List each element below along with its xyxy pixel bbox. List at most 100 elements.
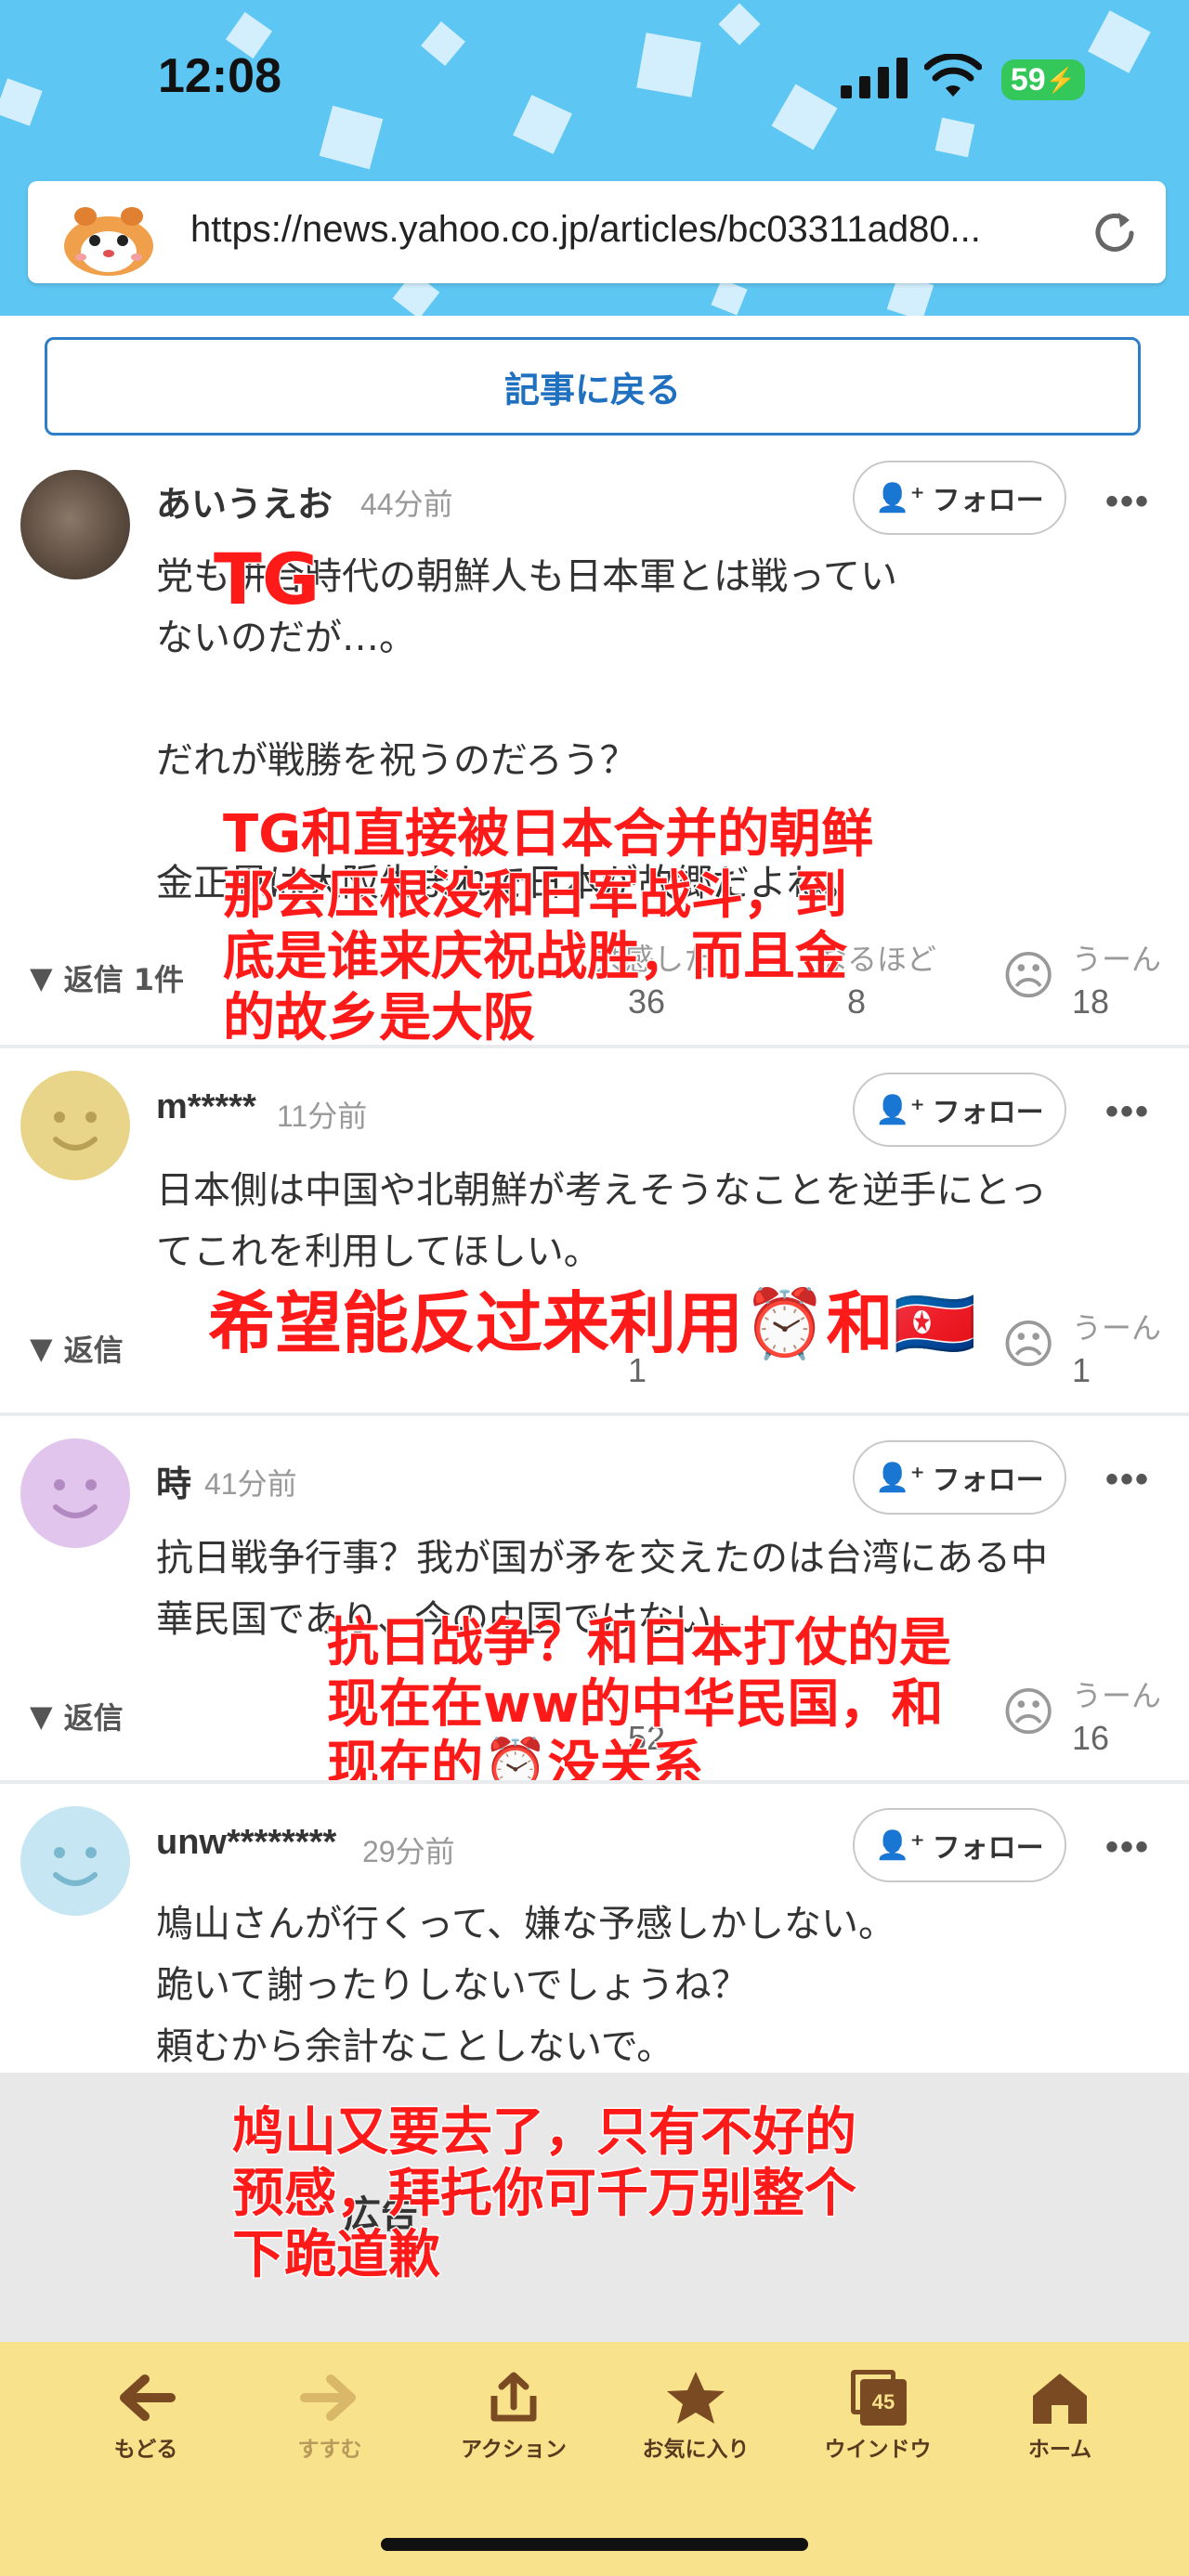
status-time: 12:08 xyxy=(158,49,281,103)
follow-label: フォロー xyxy=(932,1097,1044,1129)
toolbar-home-button[interactable]: ホーム xyxy=(990,2370,1130,2463)
add-user-icon: 👤⁺ xyxy=(875,1461,925,1494)
comment-line: 鳩山さんが行くって、嫌な予感しかしない。 xyxy=(156,1903,895,1945)
toolbar-back-button[interactable]: もどる xyxy=(76,2370,216,2463)
follow-button[interactable]: 👤⁺ フォロー xyxy=(853,1073,1066,1147)
overlay-caption: 抗日战争？和日本打仗的是 现在在ww的中华民国，和 现在的⏰没关系 xyxy=(326,1612,953,1798)
hmm-face-icon[interactable]: ☹ xyxy=(1001,1318,1055,1373)
follow-button[interactable]: 👤⁺ フォロー xyxy=(853,1440,1066,1515)
avatar xyxy=(20,1806,130,1916)
comment-body: 日本側は中国や北朝鮮が考えそうなことを逆手にとっ てこれを利用してほしい。 xyxy=(156,1160,1159,1282)
reaction-hmm-count: 16 xyxy=(1072,1719,1110,1757)
reply-toggle[interactable]: ▼ 返信 xyxy=(30,1327,124,1370)
battery-indicator: 59 ⚡ xyxy=(1001,59,1085,100)
avatar xyxy=(20,1438,130,1548)
toolbar-label: ウインドウ xyxy=(824,2438,932,2462)
star-icon xyxy=(667,2372,725,2424)
toolbar-label: アクション xyxy=(461,2438,567,2462)
comment-item: 時 41分前 👤⁺ フォロー ••• 抗日戦争行事？我が国が矛を交えたのは台湾にあ… xyxy=(0,1416,1189,1798)
follow-button[interactable]: 👤⁺ フォロー xyxy=(853,1808,1066,1882)
more-options-icon[interactable]: ••• xyxy=(1105,1461,1161,1498)
comment-username[interactable]: 時 xyxy=(156,1455,191,1506)
comment-body: 鳩山さんが行くって、嫌な予感しかしない。 跪いて謝ったりしないでしょうね？ 頼む… xyxy=(156,1893,1159,2077)
more-options-icon[interactable]: ••• xyxy=(1105,1828,1161,1866)
comment-line: 抗日戦争行事？我が国が矛を交えたのは台湾にある中 xyxy=(156,1537,1048,1580)
reply-count: 返信 1件 xyxy=(63,962,185,997)
hmm-face-icon[interactable]: ☹ xyxy=(1001,949,1055,1005)
home-indicator[interactable] xyxy=(381,2538,808,2551)
reply-label: 返信 xyxy=(63,1333,124,1368)
guinea-pig-mascot-icon xyxy=(64,207,153,276)
arrow-left-icon xyxy=(120,2374,176,2421)
avatar xyxy=(20,470,130,579)
back-to-article-button[interactable]: 記事に戻る xyxy=(45,337,1141,436)
reply-toggle[interactable]: ▼ 返信 1件 xyxy=(30,956,184,999)
comment-timestamp: 41分前 xyxy=(204,1467,297,1501)
reaction-hmm-label: うーん xyxy=(1072,1310,1162,1346)
arrow-right-icon xyxy=(300,2374,356,2421)
reaction-hmm-label: うーん xyxy=(1072,1678,1162,1713)
triangle-down-icon: ▼ xyxy=(30,1331,53,1366)
home-icon xyxy=(1033,2374,1087,2424)
triangle-down-icon: ▼ xyxy=(30,1698,53,1734)
add-user-icon: 👤⁺ xyxy=(875,1093,925,1126)
browser-header: 12:08 59 ⚡ https://news.yahoo.co.jp/artic… xyxy=(0,0,1189,316)
reply-toggle[interactable]: ▼ 返信 xyxy=(30,1695,124,1737)
smile-face-icon xyxy=(53,1112,98,1151)
comment-username[interactable]: m***** xyxy=(156,1087,256,1127)
overlay-caption: TG和直接被日本合并的朝鲜 那会压根没和日军战斗，到 底是谁来庆祝战胜，而且金 … xyxy=(221,803,874,1050)
reply-label: 返信 xyxy=(63,1700,124,1736)
more-options-icon[interactable]: ••• xyxy=(1105,483,1161,520)
follow-label: フォロー xyxy=(932,485,1044,517)
comment-line: 日本側は中国や北朝鮮が考えそうなことを逆手にとっ xyxy=(156,1169,1047,1212)
toolbar-label: ホーム xyxy=(1027,2438,1092,2462)
toolbar-label: すすむ xyxy=(297,2438,362,2462)
comment-username[interactable]: unw******** xyxy=(156,1823,336,1863)
wifi-icon xyxy=(924,54,982,97)
follow-button[interactable]: 👤⁺ フォロー xyxy=(853,461,1066,535)
comment-item: unw******** 29分前 👤⁺ フォロー ••• 鳩山さんが行くって、嫌な… xyxy=(0,1784,1189,2073)
url-bar[interactable]: https://news.yahoo.co.jp/articles/bc0331… xyxy=(28,181,1166,283)
window-count-badge: 45 xyxy=(860,2379,907,2426)
follow-label: フォロー xyxy=(932,1464,1044,1497)
comment-timestamp: 44分前 xyxy=(360,488,453,521)
hmm-face-icon[interactable]: ☹ xyxy=(1001,1685,1055,1741)
comment-item: あいうえお 44分前 👤⁺ フォロー ••• 党も併合時代の朝鮮人も日本軍とは戦っ… xyxy=(0,461,1189,1050)
comment-line: 跪いて謝ったりしないでしょうね？ xyxy=(156,1964,749,2007)
overlay-caption: 鸠山又要去了，只有不好的 预感，拜托你可千万别整个 下跪道歉 xyxy=(231,2101,858,2287)
comment-timestamp: 29分前 xyxy=(362,1835,455,1868)
reload-icon[interactable] xyxy=(1089,207,1141,259)
smile-face-icon xyxy=(53,1847,98,1886)
comment-line: 頼むから余計なことしないで。 xyxy=(156,2025,674,2068)
avatar xyxy=(20,1071,130,1180)
toolbar-label: もどる xyxy=(113,2438,178,2462)
overlay-caption: 希望能反过来利用⏰和🇰🇵 xyxy=(206,1284,977,1362)
comment-line: だれが戦勝を祝うのだろう？ xyxy=(156,739,637,782)
reaction-hmm-count: 1 xyxy=(1072,1351,1091,1389)
toolbar-favorite-button[interactable]: お気に入り xyxy=(626,2370,765,2463)
comment-line: てこれを利用してほしい。 xyxy=(156,1230,601,1273)
comment-item: m***** 11分前 👤⁺ フォロー ••• 日本側は中国や北朝鮮が考えそうなこ… xyxy=(0,1048,1189,1412)
toolbar-action-button[interactable]: アクション xyxy=(444,2370,583,2463)
add-user-icon: 👤⁺ xyxy=(875,1828,925,1862)
toolbar-windows-button[interactable]: 45 ウインドウ xyxy=(808,2370,947,2463)
comment-username[interactable]: あいうえお xyxy=(156,475,333,527)
charging-bolt-icon: ⚡ xyxy=(1045,65,1077,94)
battery-level: 59 xyxy=(1010,61,1046,98)
cellular-signal-icon xyxy=(841,58,908,98)
comment-timestamp: 11分前 xyxy=(277,1099,368,1133)
follow-label: フォロー xyxy=(932,1832,1044,1865)
overlay-caption-tg: TG xyxy=(212,538,320,620)
ad-area: 広告 鸠山又要去了，只有不好的 预感，拜托你可千万别整个 下跪道歉 xyxy=(0,2073,1189,2342)
url-text[interactable]: https://news.yahoo.co.jp/articles/bc0331… xyxy=(190,209,981,251)
windows-icon: 45 xyxy=(845,2370,910,2426)
toolbar-forward-button[interactable]: すすむ xyxy=(260,2370,399,2463)
more-options-icon[interactable]: ••• xyxy=(1105,1093,1161,1130)
toolbar-label: お気に入り xyxy=(642,2438,750,2462)
reaction-hmm-count: 18 xyxy=(1072,982,1110,1021)
reaction-hmm-label: うーん xyxy=(1072,942,1162,977)
triangle-down-icon: ▼ xyxy=(30,960,53,995)
share-icon xyxy=(490,2372,537,2422)
add-user-icon: 👤⁺ xyxy=(875,481,925,514)
smile-face-icon xyxy=(53,1479,98,1518)
